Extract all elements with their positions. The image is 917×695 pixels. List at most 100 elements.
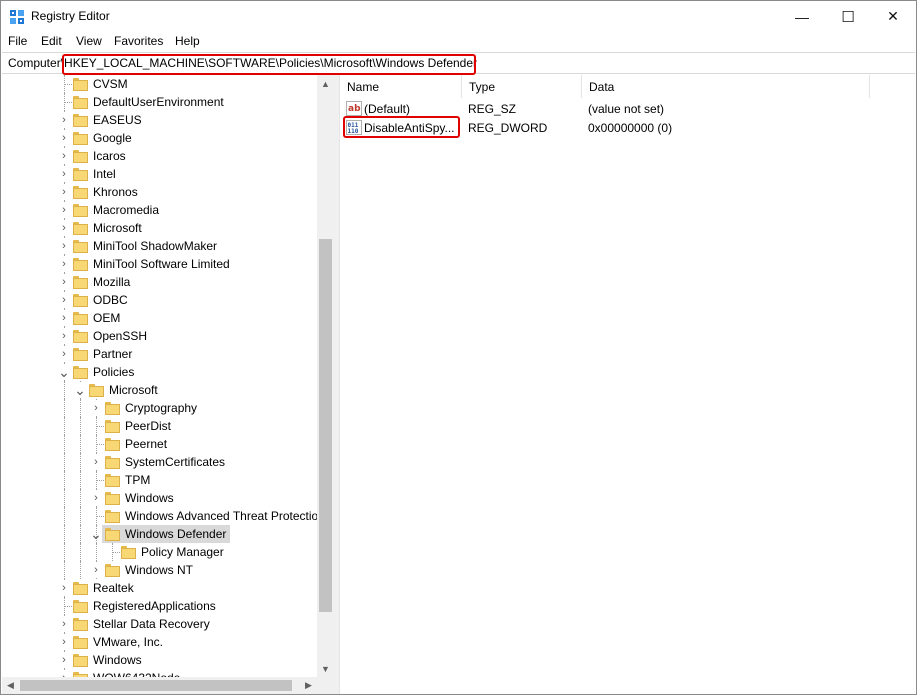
tree-item[interactable]: › OpenSSH xyxy=(2,327,317,345)
registry-tree[interactable]: CVSM DefaultUserEnvironment › EASEUS › Google… xyxy=(2,75,333,694)
minimize-button[interactable]: — xyxy=(779,1,825,32)
value-data: (value not set) xyxy=(588,102,665,116)
chevron-down-icon[interactable]: ⌄ xyxy=(90,526,102,542)
tree-item[interactable]: › Google xyxy=(2,129,317,147)
chevron-right-icon[interactable]: › xyxy=(58,310,70,326)
title-bar: Registry Editor — ☐ ✕ xyxy=(1,1,916,32)
folder-icon xyxy=(73,78,88,91)
chevron-right-icon[interactable]: › xyxy=(58,148,70,164)
tree-item-label: Windows NT xyxy=(125,563,194,577)
tree-item[interactable]: › Microsoft xyxy=(2,219,317,237)
close-button[interactable]: ✕ xyxy=(870,1,916,32)
chevron-right-icon[interactable]: › xyxy=(58,112,70,128)
tree-item[interactable]: PeerDist xyxy=(2,417,317,435)
tree-item[interactable]: Windows Advanced Threat Protectio xyxy=(2,507,318,525)
chevron-right-icon[interactable]: › xyxy=(58,184,70,200)
tree-item-label: Stellar Data Recovery xyxy=(93,617,210,631)
tree-item-label: Microsoft xyxy=(93,221,142,235)
chevron-right-icon[interactable]: › xyxy=(58,616,70,632)
chevron-right-icon[interactable]: › xyxy=(58,292,70,308)
chevron-right-icon[interactable]: › xyxy=(90,454,102,470)
chevron-right-icon[interactable]: › xyxy=(58,580,70,596)
tree-item-label: MiniTool Software Limited xyxy=(93,257,230,271)
tree-item[interactable]: › ODBC xyxy=(2,291,317,309)
tree-connector xyxy=(80,507,81,525)
tree-item[interactable]: › Mozilla xyxy=(2,273,317,291)
chevron-right-icon[interactable]: › xyxy=(58,202,70,218)
tree-item[interactable]: RegisteredApplications xyxy=(2,597,317,615)
tree-item[interactable]: › VMware, Inc. xyxy=(2,633,317,651)
column-type-header[interactable]: Type xyxy=(462,75,582,98)
hscroll-thumb[interactable] xyxy=(20,680,292,691)
tree-item[interactable]: › Realtek xyxy=(2,579,317,597)
tree-item[interactable]: CVSM xyxy=(2,75,317,93)
tree-item[interactable]: › Cryptography xyxy=(2,399,317,417)
tree-horizontal-scrollbar[interactable]: ◀ ▶ xyxy=(2,677,317,694)
chevron-right-icon[interactable]: › xyxy=(90,400,102,416)
menu-view[interactable]: View xyxy=(76,34,102,48)
tree-item[interactable]: ⌄ Policies xyxy=(2,363,317,381)
tree-connector xyxy=(64,543,65,561)
tree-item[interactable]: › Partner xyxy=(2,345,317,363)
tree-vertical-scrollbar[interactable]: ▲ ▼ xyxy=(317,75,333,677)
scroll-down-icon[interactable]: ▼ xyxy=(317,660,333,677)
tree-item-label: Google xyxy=(93,131,132,145)
tree-item[interactable]: › Macromedia xyxy=(2,201,317,219)
folder-icon xyxy=(73,114,88,127)
chevron-right-icon[interactable]: › xyxy=(58,328,70,344)
chevron-right-icon[interactable]: › xyxy=(90,562,102,578)
values-list[interactable]: Name Type Data ab (Default) REG_SZ (valu… xyxy=(339,75,916,694)
folder-icon xyxy=(105,420,120,433)
tree-item[interactable]: › MiniTool Software Limited xyxy=(2,255,317,273)
tree-item[interactable]: TPM xyxy=(2,471,317,489)
tree-item[interactable]: › Windows xyxy=(2,489,317,507)
svg-text:ab: ab xyxy=(348,104,361,114)
scroll-left-icon[interactable]: ◀ xyxy=(2,677,19,694)
scroll-up-icon[interactable]: ▲ xyxy=(317,75,333,92)
chevron-right-icon[interactable]: › xyxy=(58,130,70,146)
menu-favorites[interactable]: Favorites xyxy=(114,34,163,48)
folder-icon xyxy=(73,312,88,325)
scroll-right-icon[interactable]: ▶ xyxy=(300,677,317,694)
chevron-down-icon[interactable]: ⌄ xyxy=(58,364,70,380)
tree-item[interactable]: › Intel xyxy=(2,165,317,183)
folder-icon xyxy=(73,150,88,163)
tree-item[interactable]: › Windows xyxy=(2,651,317,669)
tree-item[interactable]: › Khronos xyxy=(2,183,317,201)
column-name-header[interactable]: Name xyxy=(340,75,462,98)
column-data-header[interactable]: Data xyxy=(582,75,870,98)
menu-file[interactable]: File xyxy=(8,34,27,48)
folder-icon xyxy=(73,168,88,181)
chevron-right-icon[interactable]: › xyxy=(58,220,70,236)
tree-item[interactable]: › EASEUS xyxy=(2,111,317,129)
chevron-right-icon[interactable]: › xyxy=(58,634,70,650)
chevron-down-icon[interactable]: ⌄ xyxy=(74,382,86,398)
tree-item[interactable]: › SystemCertificates xyxy=(2,453,317,471)
tree-item[interactable]: › OEM xyxy=(2,309,317,327)
chevron-right-icon[interactable]: › xyxy=(58,652,70,668)
address-bar[interactable]: Computer\HKEY_LOCAL_MACHINE\SOFTWARE\Pol… xyxy=(2,52,915,75)
chevron-right-icon[interactable]: › xyxy=(58,238,70,254)
tree-item[interactable]: › Windows NT xyxy=(2,561,317,579)
menu-help[interactable]: Help xyxy=(175,34,200,48)
tree-item-label: OpenSSH xyxy=(93,329,148,343)
chevron-right-icon[interactable]: › xyxy=(58,166,70,182)
tree-connector xyxy=(80,399,81,417)
menu-edit[interactable]: Edit xyxy=(41,34,62,48)
chevron-right-icon[interactable]: › xyxy=(58,256,70,272)
tree-item[interactable]: Peernet xyxy=(2,435,317,453)
tree-item[interactable]: ⌄ Microsoft xyxy=(2,381,317,399)
chevron-right-icon[interactable]: › xyxy=(90,490,102,506)
tree-item[interactable]: Policy Manager xyxy=(2,543,317,561)
tree-item[interactable]: DefaultUserEnvironment xyxy=(2,93,317,111)
tree-item[interactable]: › Stellar Data Recovery xyxy=(2,615,317,633)
tree-item[interactable]: ⌄ Windows Defender xyxy=(2,525,317,543)
maximize-button[interactable]: ☐ xyxy=(825,1,871,32)
folder-icon xyxy=(89,384,104,397)
tree-item[interactable]: › Icaros xyxy=(2,147,317,165)
tree-item[interactable]: › MiniTool ShadowMaker xyxy=(2,237,317,255)
chevron-right-icon[interactable]: › xyxy=(58,346,70,362)
scroll-thumb[interactable] xyxy=(319,239,332,612)
chevron-right-icon[interactable]: › xyxy=(58,274,70,290)
tree-item-label: Policy Manager xyxy=(141,545,224,559)
